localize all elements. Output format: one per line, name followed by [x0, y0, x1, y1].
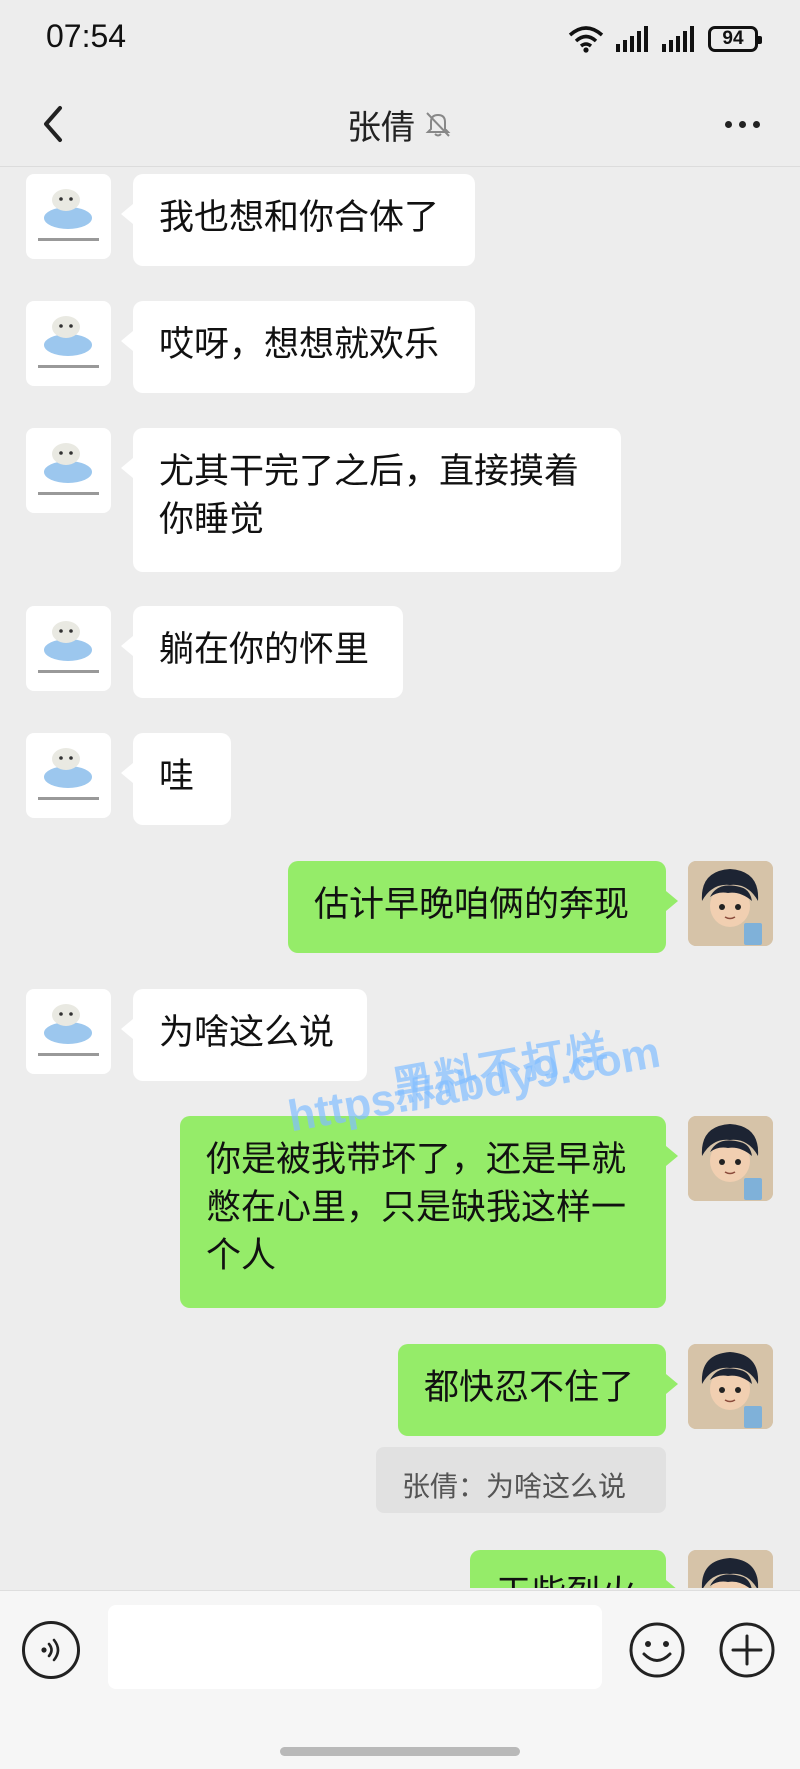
voice-input-button[interactable] [22, 1621, 80, 1679]
chat-title: 张倩 [347, 107, 415, 148]
boy-avatar-icon [688, 1116, 773, 1201]
wifi-icon [568, 26, 604, 53]
plus-icon [719, 1622, 775, 1678]
contact-avatar[interactable] [26, 606, 111, 691]
quoted-message[interactable]: 张倩：为啥这么说 [376, 1447, 666, 1513]
contact-avatar[interactable] [26, 174, 111, 259]
message-bubble[interactable]: 哇 [121, 733, 231, 825]
emoji-icon [629, 1622, 685, 1678]
message-bubble-self[interactable]: 你是被我带坏了，还是早就 憋在心里，只是缺我这样一 个人 [180, 1116, 678, 1308]
boy-avatar-icon [688, 861, 773, 946]
status-icons: 94 [568, 22, 762, 56]
boy-avatar-icon [688, 1550, 773, 1588]
contact-avatar[interactable] [26, 989, 111, 1074]
message-input[interactable] [108, 1605, 602, 1689]
mute-bell-icon [425, 112, 451, 137]
message-bubble[interactable]: 我也想和你合体了 [121, 174, 475, 266]
chat-header: 张倩 [0, 82, 800, 167]
boy-avatar-icon [688, 1344, 773, 1429]
sheep-avatar-icon [38, 189, 99, 241]
battery-indicator: 94 [708, 26, 762, 52]
message-bubble[interactable]: 为啥这么说 [121, 989, 367, 1081]
signal-icon-2 [662, 26, 694, 52]
emoji-button[interactable] [628, 1621, 686, 1679]
message-bubble-self[interactable]: 估计早晚咱俩的奔现 [288, 861, 678, 953]
message-bubble[interactable]: 哎呀，想想就欢乐 [121, 301, 475, 393]
sheep-avatar-icon [38, 316, 99, 368]
sheep-avatar-icon [38, 443, 99, 495]
message-list[interactable]: 我也想和你合体了 哎呀，想想就欢乐 尤其干完了之后，直接摸着 你睡觉 躺在你的怀… [0, 168, 800, 1588]
more-functions-button[interactable] [718, 1621, 776, 1679]
message-bubble-self[interactable]: 干柴烈火 [470, 1550, 678, 1588]
status-bar: 07:54 94 [0, 0, 800, 80]
more-options-button[interactable] [712, 96, 772, 152]
self-avatar[interactable] [688, 1116, 773, 1201]
clock: 07:54 [46, 18, 127, 54]
self-avatar[interactable] [688, 1550, 773, 1588]
more-dot-icon [738, 120, 746, 128]
message-bubble[interactable]: 躺在你的怀里 [121, 606, 403, 698]
sheep-avatar-icon [38, 1004, 99, 1056]
contact-avatar[interactable] [26, 733, 111, 818]
sheep-avatar-icon [38, 748, 99, 800]
more-dot-icon [752, 120, 760, 128]
message-bubble-self[interactable]: 都快忍不住了 [398, 1344, 678, 1436]
sheep-avatar-icon [38, 621, 99, 673]
contact-avatar[interactable] [26, 428, 111, 513]
self-avatar[interactable] [688, 1344, 773, 1429]
self-avatar[interactable] [688, 861, 773, 946]
voice-icon [41, 1638, 60, 1662]
signal-icon [616, 26, 648, 52]
more-dot-icon [724, 120, 732, 128]
input-bar [0, 1590, 800, 1769]
message-bubble[interactable]: 尤其干完了之后，直接摸着 你睡觉 [121, 428, 621, 572]
home-indicator[interactable] [280, 1747, 520, 1756]
contact-avatar[interactable] [26, 301, 111, 386]
